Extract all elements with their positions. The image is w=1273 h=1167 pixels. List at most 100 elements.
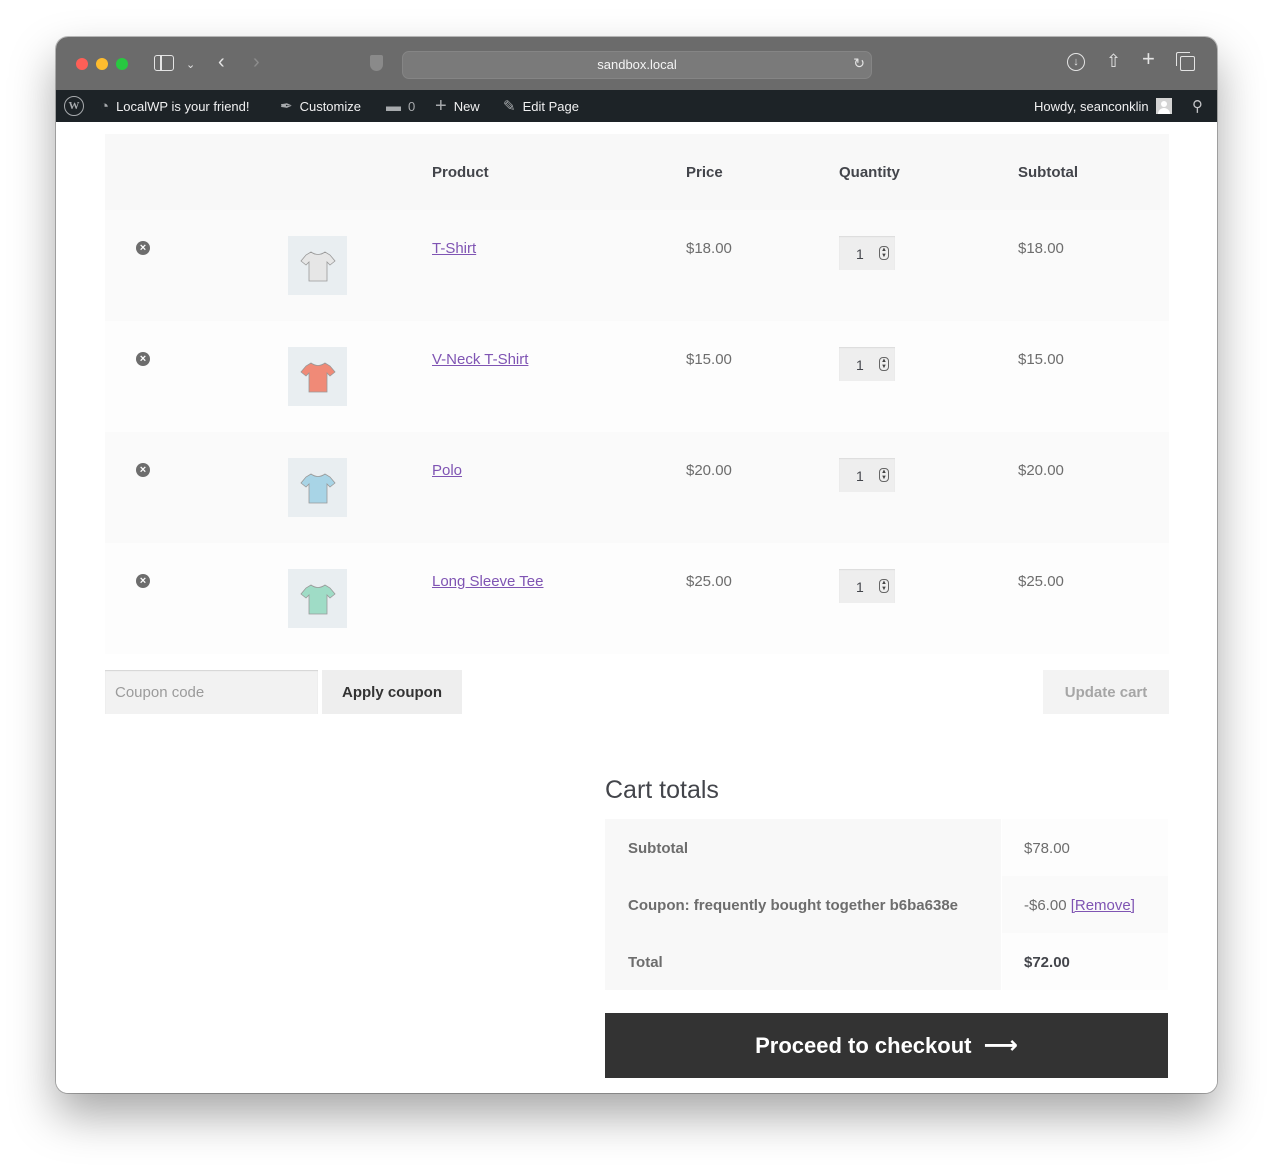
back-icon[interactable]: ‹: [218, 52, 225, 72]
totals-coupon-label: Coupon: frequently bought together b6ba6…: [605, 876, 1001, 933]
coupon-code-input[interactable]: [105, 670, 318, 714]
sidebar-toggle-icon[interactable]: [154, 55, 174, 71]
howdy-label: Howdy, seanconklin: [1034, 98, 1149, 114]
dashboard-icon: ◔: [100, 97, 110, 115]
table-row: × Long Sleeve Tee $25.00 1 ▲ ▼ $25.00: [105, 543, 1169, 654]
totals-coupon-value-cell: -$6.00 [Remove]: [1002, 876, 1168, 933]
my-account-menu[interactable]: Howdy, seanconklin: [1034, 90, 1172, 122]
customize-label: Customize: [299, 98, 361, 114]
share-icon[interactable]: ⇧: [1106, 52, 1121, 70]
remove-item-icon[interactable]: ×: [136, 463, 150, 477]
shirt-icon: [299, 473, 336, 503]
product-thumbnail[interactable]: [288, 569, 347, 628]
table-row: × V-Neck T-Shirt $15.00 1 ▲ ▼ $15.00: [105, 321, 1169, 432]
totals-total-value: $72.00: [1002, 933, 1168, 990]
totals-subtotal-label: Subtotal: [605, 819, 1001, 876]
comments-menu[interactable]: ▬ 0: [386, 90, 415, 122]
comments-count: 0: [408, 98, 416, 114]
forward-icon[interactable]: ›: [253, 52, 260, 72]
new-content-menu[interactable]: + New: [435, 90, 480, 122]
reload-icon[interactable]: ↻: [853, 55, 865, 72]
site-name-label: LocalWP is your friend!: [116, 98, 250, 114]
browser-window: ⌄ ‹ › sandbox.local ↻ ↓ ⇧ + W ◔ LocalWP …: [56, 37, 1217, 1093]
quantity-value: 1: [856, 579, 864, 595]
stepper-arrows-icon[interactable]: ▲ ▼: [879, 246, 889, 260]
totals-subtotal-value: $78.00: [1002, 819, 1168, 876]
stepper-arrows-icon[interactable]: ▲ ▼: [879, 579, 889, 593]
quantity-stepper[interactable]: 1 ▲ ▼: [839, 569, 895, 603]
remove-item-icon[interactable]: ×: [136, 241, 150, 255]
totals-coupon-value: -$6.00: [1024, 897, 1067, 914]
totals-total-row: Total $72.00: [605, 933, 1168, 990]
new-label: New: [453, 98, 480, 114]
cart-page: Product Price Quantity Subtotal × T-Shirt…: [56, 122, 1217, 1093]
wordpress-logo-icon: W: [64, 96, 84, 116]
search-icon: ⚲: [1192, 98, 1203, 115]
zoom-window-button[interactable]: [116, 58, 128, 70]
product-price: $20.00: [686, 462, 732, 479]
edit-page-label: Edit Page: [522, 98, 579, 114]
product-subtotal: $18.00: [1018, 240, 1064, 257]
remove-item-icon[interactable]: ×: [136, 574, 150, 588]
product-name-link[interactable]: T-Shirt: [432, 240, 476, 257]
checkout-label: Proceed to checkout: [755, 1032, 972, 1058]
proceed-to-checkout-button[interactable]: Proceed to checkout ⟶: [605, 1013, 1168, 1078]
header-subtotal: Subtotal: [1018, 164, 1078, 181]
customize-menu[interactable]: ✒ Customize: [280, 90, 361, 122]
tab-overview-icon[interactable]: [1176, 52, 1195, 71]
cart-totals-title: Cart totals: [605, 776, 719, 804]
site-name-menu[interactable]: ◔ LocalWP is your friend!: [100, 90, 250, 122]
shirt-icon: [299, 362, 336, 392]
stepper-arrows-icon[interactable]: ▲ ▼: [879, 357, 889, 371]
product-thumbnail[interactable]: [288, 458, 347, 517]
product-price: $15.00: [686, 351, 732, 368]
header-product: Product: [432, 164, 489, 181]
quantity-value: 1: [856, 468, 864, 484]
cart-totals-table: Subtotal $78.00 Coupon: frequently bough…: [605, 819, 1168, 990]
arrow-right-icon: ⟶: [983, 1032, 1018, 1059]
avatar: [1155, 98, 1172, 114]
product-price: $18.00: [686, 240, 732, 257]
browser-toolbar: ⌄ ‹ › sandbox.local ↻ ↓ ⇧ +: [56, 37, 1217, 90]
table-row: × Polo $20.00 1 ▲ ▼ $20.00: [105, 432, 1169, 543]
edit-page-menu[interactable]: ✎ Edit Page: [503, 90, 579, 122]
remove-item-icon[interactable]: ×: [136, 352, 150, 366]
new-tab-icon[interactable]: +: [1142, 48, 1155, 70]
product-thumbnail[interactable]: [288, 347, 347, 406]
cart-rows: × T-Shirt $18.00 1 ▲ ▼ $18.00 × V-Neck T-Shirt $1…: [105, 210, 1169, 654]
product-thumbnail[interactable]: [288, 236, 347, 295]
shirt-icon: [299, 251, 336, 281]
remove-coupon-link[interactable]: [Remove]: [1071, 897, 1135, 914]
chevron-down-icon[interactable]: ⌄: [186, 56, 195, 74]
address-bar-url: sandbox.local: [597, 57, 677, 72]
stepper-arrows-icon[interactable]: ▲ ▼: [879, 468, 889, 482]
quantity-stepper[interactable]: 1 ▲ ▼: [839, 458, 895, 492]
product-name-link[interactable]: Polo: [432, 462, 462, 479]
comment-bubble-icon: ▬: [386, 97, 401, 115]
privacy-shield-icon[interactable]: [370, 55, 383, 71]
product-name-link[interactable]: V-Neck T-Shirt: [432, 351, 528, 368]
update-cart-button[interactable]: Update cart: [1043, 670, 1169, 714]
cart-table: Product Price Quantity Subtotal × T-Shirt…: [105, 134, 1169, 654]
cart-table-header: Product Price Quantity Subtotal: [105, 134, 1169, 210]
totals-subtotal-row: Subtotal $78.00: [605, 819, 1168, 876]
quantity-stepper[interactable]: 1 ▲ ▼: [839, 347, 895, 381]
totals-total-label: Total: [605, 933, 1001, 990]
address-bar[interactable]: sandbox.local ↻: [402, 51, 872, 79]
product-subtotal: $20.00: [1018, 462, 1064, 479]
product-price: $25.00: [686, 573, 732, 590]
shirt-icon: [299, 584, 336, 614]
product-subtotal: $15.00: [1018, 351, 1064, 368]
plus-icon: +: [435, 94, 447, 117]
product-name-link[interactable]: Long Sleeve Tee: [432, 573, 543, 590]
pencil-icon: ✎: [503, 98, 516, 115]
apply-coupon-button[interactable]: Apply coupon: [322, 670, 462, 714]
quantity-stepper[interactable]: 1 ▲ ▼: [839, 236, 895, 270]
wp-logo-menu[interactable]: W: [64, 90, 84, 122]
downloads-icon[interactable]: ↓: [1067, 53, 1085, 71]
admin-search[interactable]: ⚲: [1192, 90, 1210, 122]
wp-admin-bar: W ◔ LocalWP is your friend! ✒ Customize …: [56, 90, 1217, 122]
minimize-window-button[interactable]: [96, 58, 108, 70]
totals-coupon-row: Coupon: frequently bought together b6ba6…: [605, 876, 1168, 933]
close-window-button[interactable]: [76, 58, 88, 70]
